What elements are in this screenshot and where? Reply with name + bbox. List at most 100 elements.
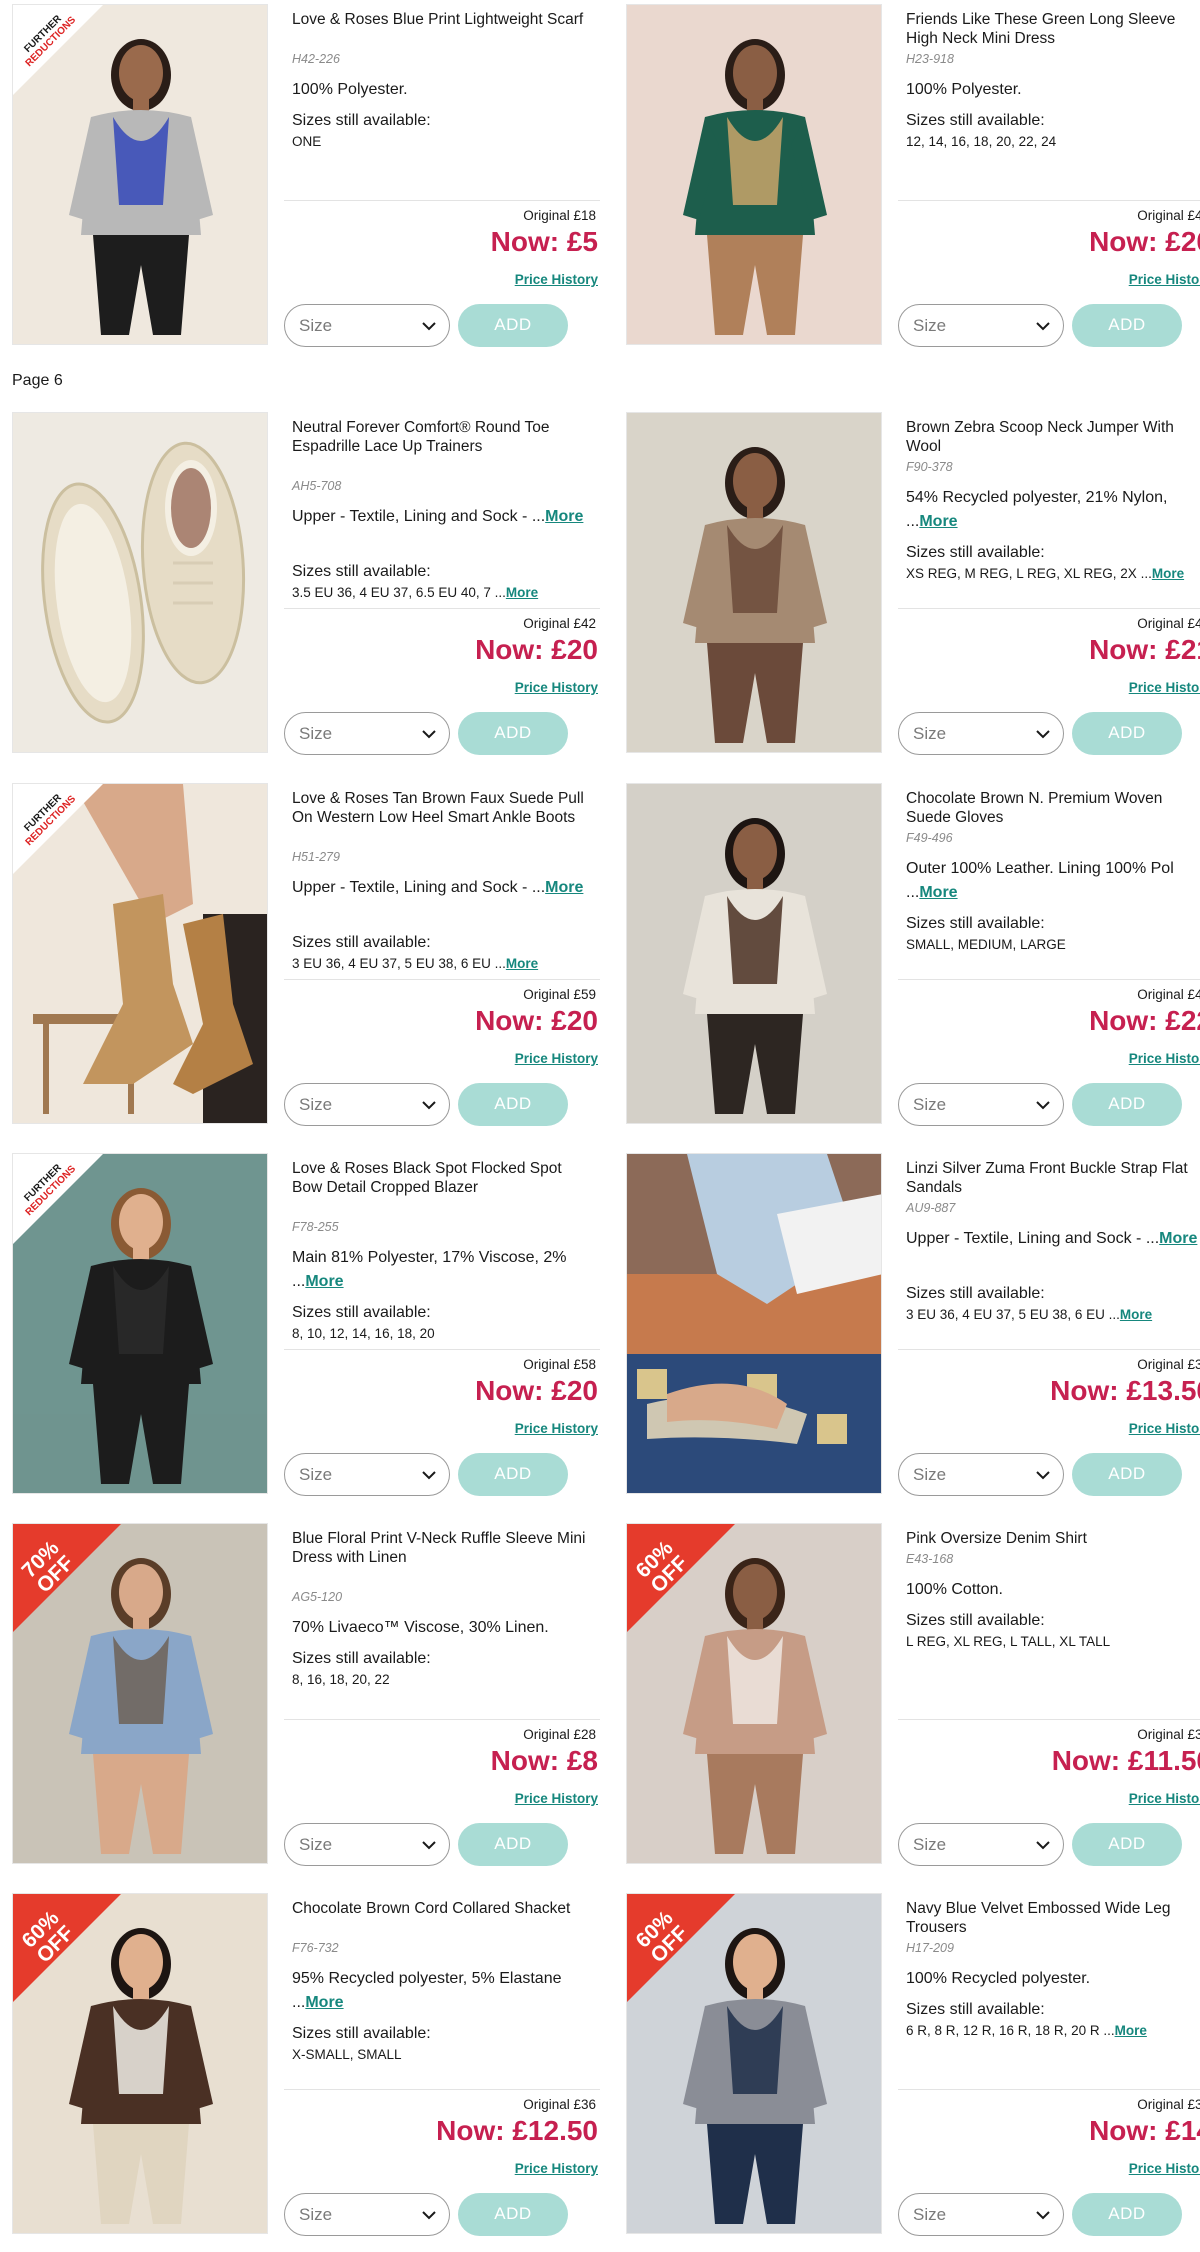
- price-history-link[interactable]: Price History: [1129, 2161, 1200, 2176]
- product-sku: F76-732: [292, 1941, 339, 1955]
- product-image[interactable]: [626, 783, 882, 1124]
- composition-more-link[interactable]: More: [545, 508, 583, 525]
- promo-badge: 60% OFF: [627, 1894, 737, 2004]
- size-dropdown[interactable]: Size: [898, 2193, 1064, 2236]
- size-dropdown[interactable]: Size: [898, 1453, 1064, 1496]
- product-row: 60% OFF Chocolate Brown Cord Collared Shac…: [0, 1893, 1200, 2238]
- product-image[interactable]: [626, 1153, 882, 1494]
- product-image-art: [627, 1154, 881, 1493]
- price-history-link[interactable]: Price History: [1129, 680, 1200, 695]
- size-dropdown[interactable]: Size: [898, 304, 1064, 347]
- sizes-more-link[interactable]: More: [506, 956, 538, 971]
- product-composition: Upper - Textile, Lining and Sock - ...Mo…: [292, 505, 592, 529]
- composition-text: 100% Recycled polyester.: [906, 1970, 1091, 1987]
- size-dropdown-placeholder: Size: [299, 1835, 333, 1854]
- size-dropdown-placeholder: Size: [299, 724, 333, 743]
- price-divider: [284, 1719, 600, 1720]
- product-image[interactable]: FURTHER REDUCTIONS: [12, 783, 268, 1124]
- add-to-bag-button[interactable]: ADD: [458, 304, 568, 347]
- add-to-bag-button[interactable]: ADD: [1072, 1083, 1182, 1126]
- add-to-bag-button[interactable]: ADD: [1072, 2193, 1182, 2236]
- price-history-link[interactable]: Price History: [1129, 272, 1200, 287]
- add-to-bag-button[interactable]: ADD: [458, 1823, 568, 1866]
- add-to-bag-button[interactable]: ADD: [1072, 1453, 1182, 1496]
- product-image[interactable]: FURTHER REDUCTIONS: [12, 1153, 268, 1494]
- price-history-link[interactable]: Price History: [1129, 1421, 1200, 1436]
- promo-badge: FURTHER REDUCTIONS: [13, 1154, 123, 1264]
- chevron-down-icon: [1035, 318, 1051, 334]
- sizes-more-link[interactable]: More: [1120, 1307, 1152, 1322]
- product-image[interactable]: 60% OFF: [626, 1523, 882, 1864]
- size-dropdown[interactable]: Size: [284, 1453, 450, 1496]
- product-title[interactable]: Love & Roses Tan Brown Faux Suede Pull O…: [292, 789, 592, 827]
- product-composition: 95% Recycled polyester, 5% Elastane ...M…: [292, 1967, 592, 2015]
- size-dropdown[interactable]: Size: [898, 712, 1064, 755]
- product-title[interactable]: Neutral Forever Comfort® Round Toe Espad…: [292, 418, 592, 456]
- chevron-down-icon: [421, 2207, 437, 2223]
- price-history-link[interactable]: Price History: [515, 2161, 598, 2176]
- product-title[interactable]: Chocolate Brown Cord Collared Shacket: [292, 1899, 592, 1918]
- product-image[interactable]: [626, 412, 882, 753]
- price-history-link[interactable]: Price History: [515, 1051, 598, 1066]
- product-card: 60% OFF Navy Blue Velvet Embossed Wide Leg…: [626, 1893, 1200, 2238]
- add-to-bag-button[interactable]: ADD: [458, 712, 568, 755]
- product-title[interactable]: Friends Like These Green Long Sleeve Hig…: [906, 10, 1200, 48]
- product-image[interactable]: FURTHER REDUCTIONS: [12, 4, 268, 345]
- size-dropdown[interactable]: Size: [284, 304, 450, 347]
- product-sku: AU9-887: [906, 1201, 956, 1215]
- add-button-label: ADD: [1108, 2204, 1146, 2223]
- add-to-bag-button[interactable]: ADD: [458, 2193, 568, 2236]
- composition-more-link[interactable]: More: [919, 513, 957, 530]
- size-dropdown[interactable]: Size: [898, 1083, 1064, 1126]
- product-image[interactable]: 60% OFF: [12, 1893, 268, 2234]
- price-history-link[interactable]: Price History: [1129, 1051, 1200, 1066]
- price-history-link[interactable]: Price History: [515, 1421, 598, 1436]
- product-image[interactable]: 70% OFF: [12, 1523, 268, 1864]
- product-title[interactable]: Navy Blue Velvet Embossed Wide Leg Trous…: [906, 1899, 1200, 1937]
- product-title[interactable]: Blue Floral Print V-Neck Ruffle Sleeve M…: [292, 1529, 592, 1567]
- composition-more-link[interactable]: More: [545, 879, 583, 896]
- price-divider: [284, 608, 600, 609]
- price-divider: [898, 608, 1200, 609]
- sizes-heading: Sizes still available:: [906, 112, 1045, 129]
- size-dropdown[interactable]: Size: [284, 1823, 450, 1866]
- product-image-art: [627, 413, 881, 752]
- add-to-bag-button[interactable]: ADD: [1072, 712, 1182, 755]
- product-info: Love & Roses Tan Brown Faux Suede Pull O…: [282, 783, 600, 1128]
- product-title[interactable]: Brown Zebra Scoop Neck Jumper With Wool: [906, 418, 1200, 456]
- size-dropdown[interactable]: Size: [284, 2193, 450, 2236]
- sizes-available: 8, 16, 18, 20, 22: [292, 1672, 597, 1687]
- sizes-text: 3.5 EU 36, 4 EU 37, 6.5 EU 40, 7 ...: [292, 585, 506, 600]
- product-title[interactable]: Pink Oversize Denim Shirt: [906, 1529, 1200, 1548]
- composition-more-link[interactable]: More: [1159, 1230, 1197, 1247]
- product-composition: Upper - Textile, Lining and Sock - ...Mo…: [292, 876, 592, 900]
- product-title[interactable]: Chocolate Brown N. Premium Woven Suede G…: [906, 789, 1200, 827]
- price-history-link[interactable]: Price History: [515, 680, 598, 695]
- price-history-link[interactable]: Price History: [1129, 1791, 1200, 1806]
- product-image[interactable]: [626, 4, 882, 345]
- size-dropdown[interactable]: Size: [284, 1083, 450, 1126]
- sizes-more-link[interactable]: More: [1115, 2023, 1147, 2038]
- price-history-link[interactable]: Price History: [515, 1791, 598, 1806]
- sizes-heading: Sizes still available:: [292, 1304, 431, 1321]
- product-title[interactable]: Love & Roses Blue Print Lightweight Scar…: [292, 10, 592, 29]
- composition-more-link[interactable]: More: [305, 1994, 343, 2011]
- add-to-bag-button[interactable]: ADD: [458, 1083, 568, 1126]
- product-title[interactable]: Linzi Silver Zuma Front Buckle Strap Fla…: [906, 1159, 1200, 1197]
- product-image[interactable]: 60% OFF: [626, 1893, 882, 2234]
- size-dropdown-placeholder: Size: [913, 1095, 947, 1114]
- composition-more-link[interactable]: More: [919, 884, 957, 901]
- composition-text: 100% Cotton.: [906, 1581, 1003, 1598]
- sizes-available: 3 EU 36, 4 EU 37, 5 EU 38, 6 EU ...More: [292, 956, 597, 971]
- add-to-bag-button[interactable]: ADD: [1072, 304, 1182, 347]
- add-to-bag-button[interactable]: ADD: [458, 1453, 568, 1496]
- price-history-link[interactable]: Price History: [515, 272, 598, 287]
- size-dropdown[interactable]: Size: [898, 1823, 1064, 1866]
- size-dropdown[interactable]: Size: [284, 712, 450, 755]
- product-title[interactable]: Love & Roses Black Spot Flocked Spot Bow…: [292, 1159, 592, 1197]
- sizes-more-link[interactable]: More: [506, 585, 538, 600]
- sizes-more-link[interactable]: More: [1152, 566, 1184, 581]
- composition-more-link[interactable]: More: [305, 1273, 343, 1290]
- product-image[interactable]: [12, 412, 268, 753]
- add-to-bag-button[interactable]: ADD: [1072, 1823, 1182, 1866]
